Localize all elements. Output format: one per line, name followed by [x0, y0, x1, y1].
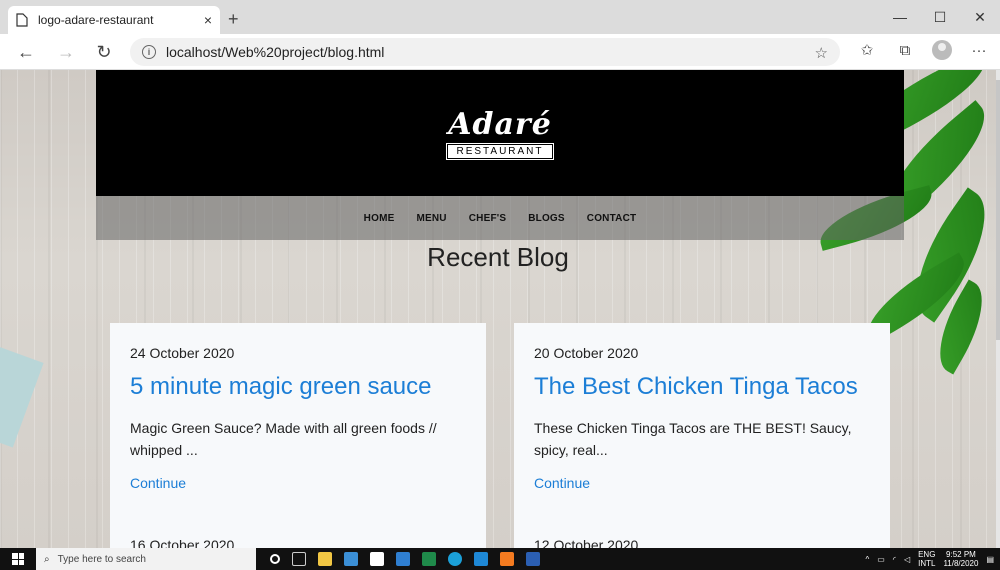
url-text[interactable]: localhost/Web%20project/blog.html: [166, 44, 384, 60]
tab-close-icon[interactable]: ×: [204, 12, 212, 28]
calendar-icon[interactable]: [396, 552, 410, 566]
post-title[interactable]: 5 minute magic green sauce: [130, 373, 466, 401]
site-info-icon[interactable]: i: [142, 45, 156, 59]
url-field[interactable]: i localhost/Web%20project/blog.html ☆: [130, 38, 840, 66]
scrollbar-thumb[interactable]: [996, 80, 1000, 340]
profile-avatar[interactable]: [932, 40, 952, 60]
maximize-button[interactable]: ☐: [920, 0, 960, 34]
main-nav: HOME MENU CHEF'S BLOGS CONTACT: [96, 196, 904, 240]
nav-contact[interactable]: CONTACT: [587, 213, 637, 224]
language-indicator[interactable]: ENG INTL: [918, 550, 935, 568]
start-button[interactable]: [0, 548, 36, 570]
tray-expand-icon[interactable]: ^: [866, 555, 870, 564]
collections-icon[interactable]: ⧉: [894, 42, 916, 59]
nav-blogs[interactable]: BLOGS: [528, 213, 565, 224]
system-tray: ^ ▭ ◜ ◁ ENG INTL 9:52 PM 11/8/2020 ▤: [866, 548, 995, 570]
post-date: 24 October 2020: [130, 345, 235, 361]
site-logo[interactable]: Adaré: [448, 107, 552, 142]
cortana-icon[interactable]: [270, 554, 280, 564]
task-view-icon[interactable]: [292, 552, 306, 566]
minimize-button[interactable]: —: [880, 0, 920, 34]
favorite-star-icon[interactable]: ☆: [815, 44, 828, 62]
blog-card: 20 October 2020 The Best Chicken Tinga T…: [514, 323, 890, 548]
excel-icon[interactable]: [422, 552, 436, 566]
next-post-date: 16 October 2020: [130, 537, 235, 548]
clock-date: 11/8/2020: [943, 559, 979, 568]
vscode-icon[interactable]: [474, 552, 488, 566]
post-title[interactable]: The Best Chicken Tinga Tacos: [534, 373, 870, 401]
post-excerpt: These Chicken Tinga Tacos are THE BEST! …: [534, 420, 852, 458]
nav-menu[interactable]: MENU: [416, 213, 446, 224]
clock[interactable]: 9:52 PM 11/8/2020: [943, 550, 978, 568]
window-controls: — ☐ ✕: [880, 0, 1000, 34]
battery-icon[interactable]: ▭: [877, 555, 885, 564]
taskbar-search[interactable]: ⌕ Type here to search: [36, 548, 256, 570]
volume-icon[interactable]: ◁: [904, 555, 910, 564]
favorites-icon[interactable]: ✩: [856, 41, 878, 59]
refresh-icon[interactable]: ↻: [92, 40, 116, 64]
new-tab-button[interactable]: +: [228, 9, 239, 30]
page-viewport: Adaré RESTAURANT HOME MENU CHEF'S BLOGS …: [0, 70, 996, 548]
xampp-icon[interactable]: [500, 552, 514, 566]
forward-arrow-icon[interactable]: →: [54, 40, 78, 64]
taskbar-apps: [270, 552, 540, 566]
browser-toolbar-icons: ✩ ⧉ ···: [856, 40, 990, 60]
more-menu-icon[interactable]: ···: [968, 42, 990, 59]
shopping-bag-icon[interactable]: [370, 552, 384, 566]
search-icon: ⌕: [44, 553, 50, 565]
post-date: 20 October 2020: [534, 345, 639, 361]
address-bar-row: ← → ↻ i localhost/Web%20project/blog.htm…: [0, 34, 1000, 70]
browser-tab-bar: logo-adare-restaurant × + — ☐ ✕: [0, 0, 1000, 34]
word-icon[interactable]: [526, 552, 540, 566]
browser-tab[interactable]: logo-adare-restaurant ×: [8, 6, 220, 34]
page-icon: [16, 13, 28, 27]
language-code: ENG: [918, 550, 936, 559]
taskbar: ⌕ Type here to search ^ ▭ ◜ ◁ ENG INTL 9…: [0, 548, 1000, 570]
store-icon[interactable]: [344, 552, 358, 566]
close-window-button[interactable]: ✕: [960, 0, 1000, 34]
edge-icon[interactable]: [448, 552, 462, 566]
continue-link[interactable]: Continue: [534, 475, 870, 491]
language-variant: INTL: [918, 559, 936, 568]
blog-card: 24 October 2020 5 minute magic green sau…: [110, 323, 486, 548]
next-post-date: 12 October 2020: [534, 537, 639, 548]
notifications-icon[interactable]: ▤: [986, 555, 994, 564]
file-explorer-icon[interactable]: [318, 552, 332, 566]
site-logo-subtitle: RESTAURANT: [446, 143, 554, 160]
decor-card: [0, 342, 44, 448]
clock-time: 9:52 PM: [946, 550, 976, 559]
back-arrow-icon[interactable]: ←: [14, 40, 38, 64]
nav-chefs[interactable]: CHEF'S: [469, 213, 506, 224]
tab-title: logo-adare-restaurant: [38, 13, 154, 27]
continue-link[interactable]: Continue: [130, 475, 466, 491]
search-placeholder: Type here to search: [57, 553, 146, 565]
windows-logo-icon: [12, 553, 24, 565]
nav-home[interactable]: HOME: [364, 213, 395, 224]
wifi-icon[interactable]: ◜: [893, 555, 896, 564]
site-header: Adaré RESTAURANT: [96, 70, 904, 196]
post-excerpt: Magic Green Sauce? Made with all green f…: [130, 420, 437, 458]
section-title: Recent Blog: [427, 242, 569, 272]
